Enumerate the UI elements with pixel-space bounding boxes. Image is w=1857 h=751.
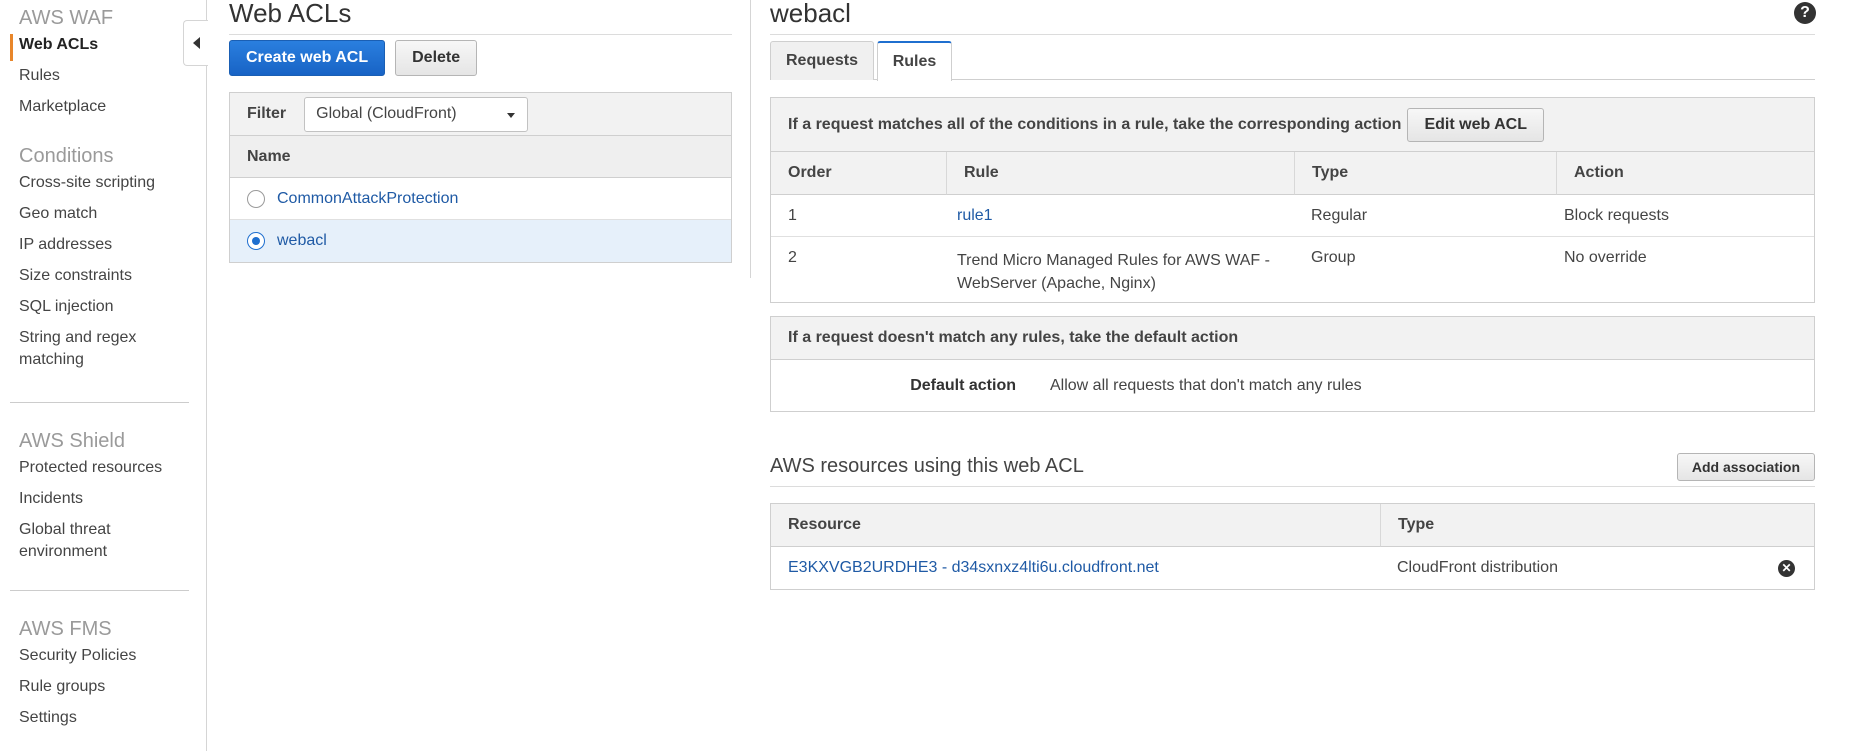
sidebar-section-title: AWS Shield — [19, 430, 125, 452]
rule-type: Regular — [1294, 195, 1556, 237]
sidebar-item-geo-match[interactable]: Geo match — [10, 203, 189, 230]
sidebar-item-settings[interactable]: Settings — [10, 707, 189, 734]
tab-requests[interactable]: Requests — [770, 41, 874, 80]
web-acls-table: Filter Global (CloudFront) Name CommonAt… — [229, 92, 732, 263]
default-action-row: Default action Allow all requests that d… — [771, 360, 1814, 411]
filter-select[interactable]: Global (CloudFront) — [304, 96, 529, 132]
filter-row: Filter Global (CloudFront) — [230, 93, 731, 136]
sidebar-item-size-constraints[interactable]: Size constraints — [10, 265, 189, 292]
sidebar-item-ip-addresses[interactable]: IP addresses — [10, 234, 189, 261]
table-row[interactable]: CommonAttackProtection — [230, 178, 731, 220]
column-header-type: Type — [1294, 152, 1556, 195]
sidebar-item-rule-groups[interactable]: Rule groups — [10, 676, 189, 703]
resource-link[interactable]: E3KXVGB2URDHE3 - d34sxnxz4lti6u.cloudfro… — [788, 559, 1159, 577]
rule-action: Block requests — [1556, 195, 1814, 237]
default-action-header: If a request doesn't match any rules, ta… — [771, 317, 1814, 360]
rules-box: If a request matches all of the conditio… — [770, 97, 1815, 303]
remove-circle-icon[interactable]: ✕ — [1778, 559, 1795, 577]
chevron-left-icon — [192, 37, 200, 49]
sidebar-item-sql-injection[interactable]: SQL injection — [10, 296, 189, 323]
column-header-resource: Resource — [771, 504, 1380, 547]
rule-type: Group — [1311, 249, 1356, 266]
sidebar-section-title: AWS WAF — [19, 7, 114, 29]
page-title: Web ACLs — [229, 0, 352, 28]
sidebar-item-global-threat[interactable]: Global threat environment — [10, 519, 130, 563]
edit-web-acl-button[interactable]: Edit web ACL — [1407, 107, 1544, 142]
rules-box-header-text: If a request matches all of the conditio… — [788, 115, 1402, 133]
filter-select-value: Global (CloudFront) — [316, 105, 457, 122]
sidebar-section-aws-waf: AWS WAF Web ACLs Rules Marketplace — [10, 6, 189, 123]
sidebar-section-title: AWS FMS — [19, 618, 112, 640]
create-web-acl-button[interactable]: Create web ACL — [229, 40, 386, 76]
rules-box-header: If a request matches all of the conditio… — [771, 98, 1814, 152]
default-action-value: Allow all requests that don't match any … — [1050, 376, 1362, 394]
default-action-box: If a request doesn't match any rules, ta… — [770, 316, 1815, 412]
resource-type-cell: CloudFront distribution ✕ — [1380, 547, 1814, 589]
rule-link[interactable]: rule1 — [957, 207, 993, 225]
sidebar-item-marketplace[interactable]: Marketplace — [10, 96, 189, 123]
radio-button[interactable] — [247, 232, 265, 250]
table-row[interactable]: webacl — [230, 220, 731, 262]
column-header-rule: Rule — [946, 152, 1294, 195]
tab-bar: Requests Rules — [770, 35, 1815, 81]
sidebar-item-web-acls[interactable]: Web ACLs — [10, 34, 189, 61]
filter-label: Filter — [247, 105, 287, 122]
resources-table: Resource Type E3KXVGB2URDHE3 - d34sxnxz4… — [770, 503, 1815, 590]
sidebar-item-incidents[interactable]: Incidents — [10, 488, 189, 515]
collapse-sidebar-button[interactable] — [183, 20, 208, 66]
sidebar-item-string-regex[interactable]: String and regex matching — [10, 327, 140, 371]
caret-down-icon — [507, 112, 516, 118]
acl-toolbar: Create web ACL Delete — [229, 40, 732, 76]
resources-title: AWS resources using this web ACL — [770, 455, 1084, 477]
resources-grid: Resource Type E3KXVGB2URDHE3 - d34sxnxz4… — [771, 504, 1814, 589]
web-acls-panel: Web ACLs Create web ACL Delete Filter Gl… — [229, 0, 732, 263]
rule-name: Trend Micro Managed Rules for AWS WAF - … — [957, 252, 1270, 292]
web-acl-detail-panel: webacl Requests Rules If a request match… — [770, 0, 1815, 590]
rule-cell: rule1 — [946, 195, 1294, 237]
detail-title: webacl — [770, 0, 851, 28]
column-header-action: Action — [1556, 152, 1814, 195]
name-column-header: Name — [230, 136, 731, 178]
resource-type: CloudFront distribution — [1397, 559, 1558, 576]
column-header-type: Type — [1380, 504, 1814, 547]
sidebar-section-aws-fms: AWS FMS Security Policies Rule groups Se… — [10, 617, 189, 734]
tab-rules[interactable]: Rules — [877, 41, 952, 81]
panel-divider — [750, 0, 751, 278]
sidebar-item-security-policies[interactable]: Security Policies — [10, 645, 189, 672]
radio-button[interactable] — [247, 189, 265, 208]
title-divider — [229, 34, 732, 35]
sidebar-section-conditions: Conditions Cross-site scripting Geo matc… — [10, 144, 189, 371]
rules-table: Order Rule Type Action 1 rule1 Regular B… — [771, 152, 1814, 302]
resources-divider — [770, 486, 1815, 487]
sidebar-item-protected-resources[interactable]: Protected resources — [10, 457, 189, 484]
sidebar-section-title: Conditions — [19, 145, 114, 167]
sidebar-section-aws-shield: AWS Shield Protected resources Incidents… — [10, 429, 189, 563]
rule-action: No override — [1564, 249, 1647, 266]
delete-button[interactable]: Delete — [395, 40, 478, 76]
sidebar-item-cross-site-scripting[interactable]: Cross-site scripting — [10, 172, 189, 199]
column-header-order: Order — [771, 152, 946, 195]
acl-name-link[interactable]: CommonAttackProtection — [277, 190, 458, 208]
sidebar-divider — [10, 590, 189, 591]
resource-cell: E3KXVGB2URDHE3 - d34sxnxz4lti6u.cloudfro… — [771, 547, 1380, 589]
sidebar: AWS WAF Web ACLs Rules Marketplace Condi… — [0, 0, 207, 751]
sidebar-divider — [10, 402, 189, 403]
acl-name-link[interactable]: webacl — [277, 232, 327, 250]
add-association-button[interactable]: Add association — [1676, 452, 1815, 481]
resources-header: AWS resources using this web ACL Add ass… — [770, 450, 1815, 483]
default-action-label: Default action — [910, 376, 1016, 394]
rule-order: 2 — [788, 249, 797, 266]
rule-order: 1 — [771, 195, 946, 237]
sidebar-item-rules[interactable]: Rules — [10, 65, 189, 92]
